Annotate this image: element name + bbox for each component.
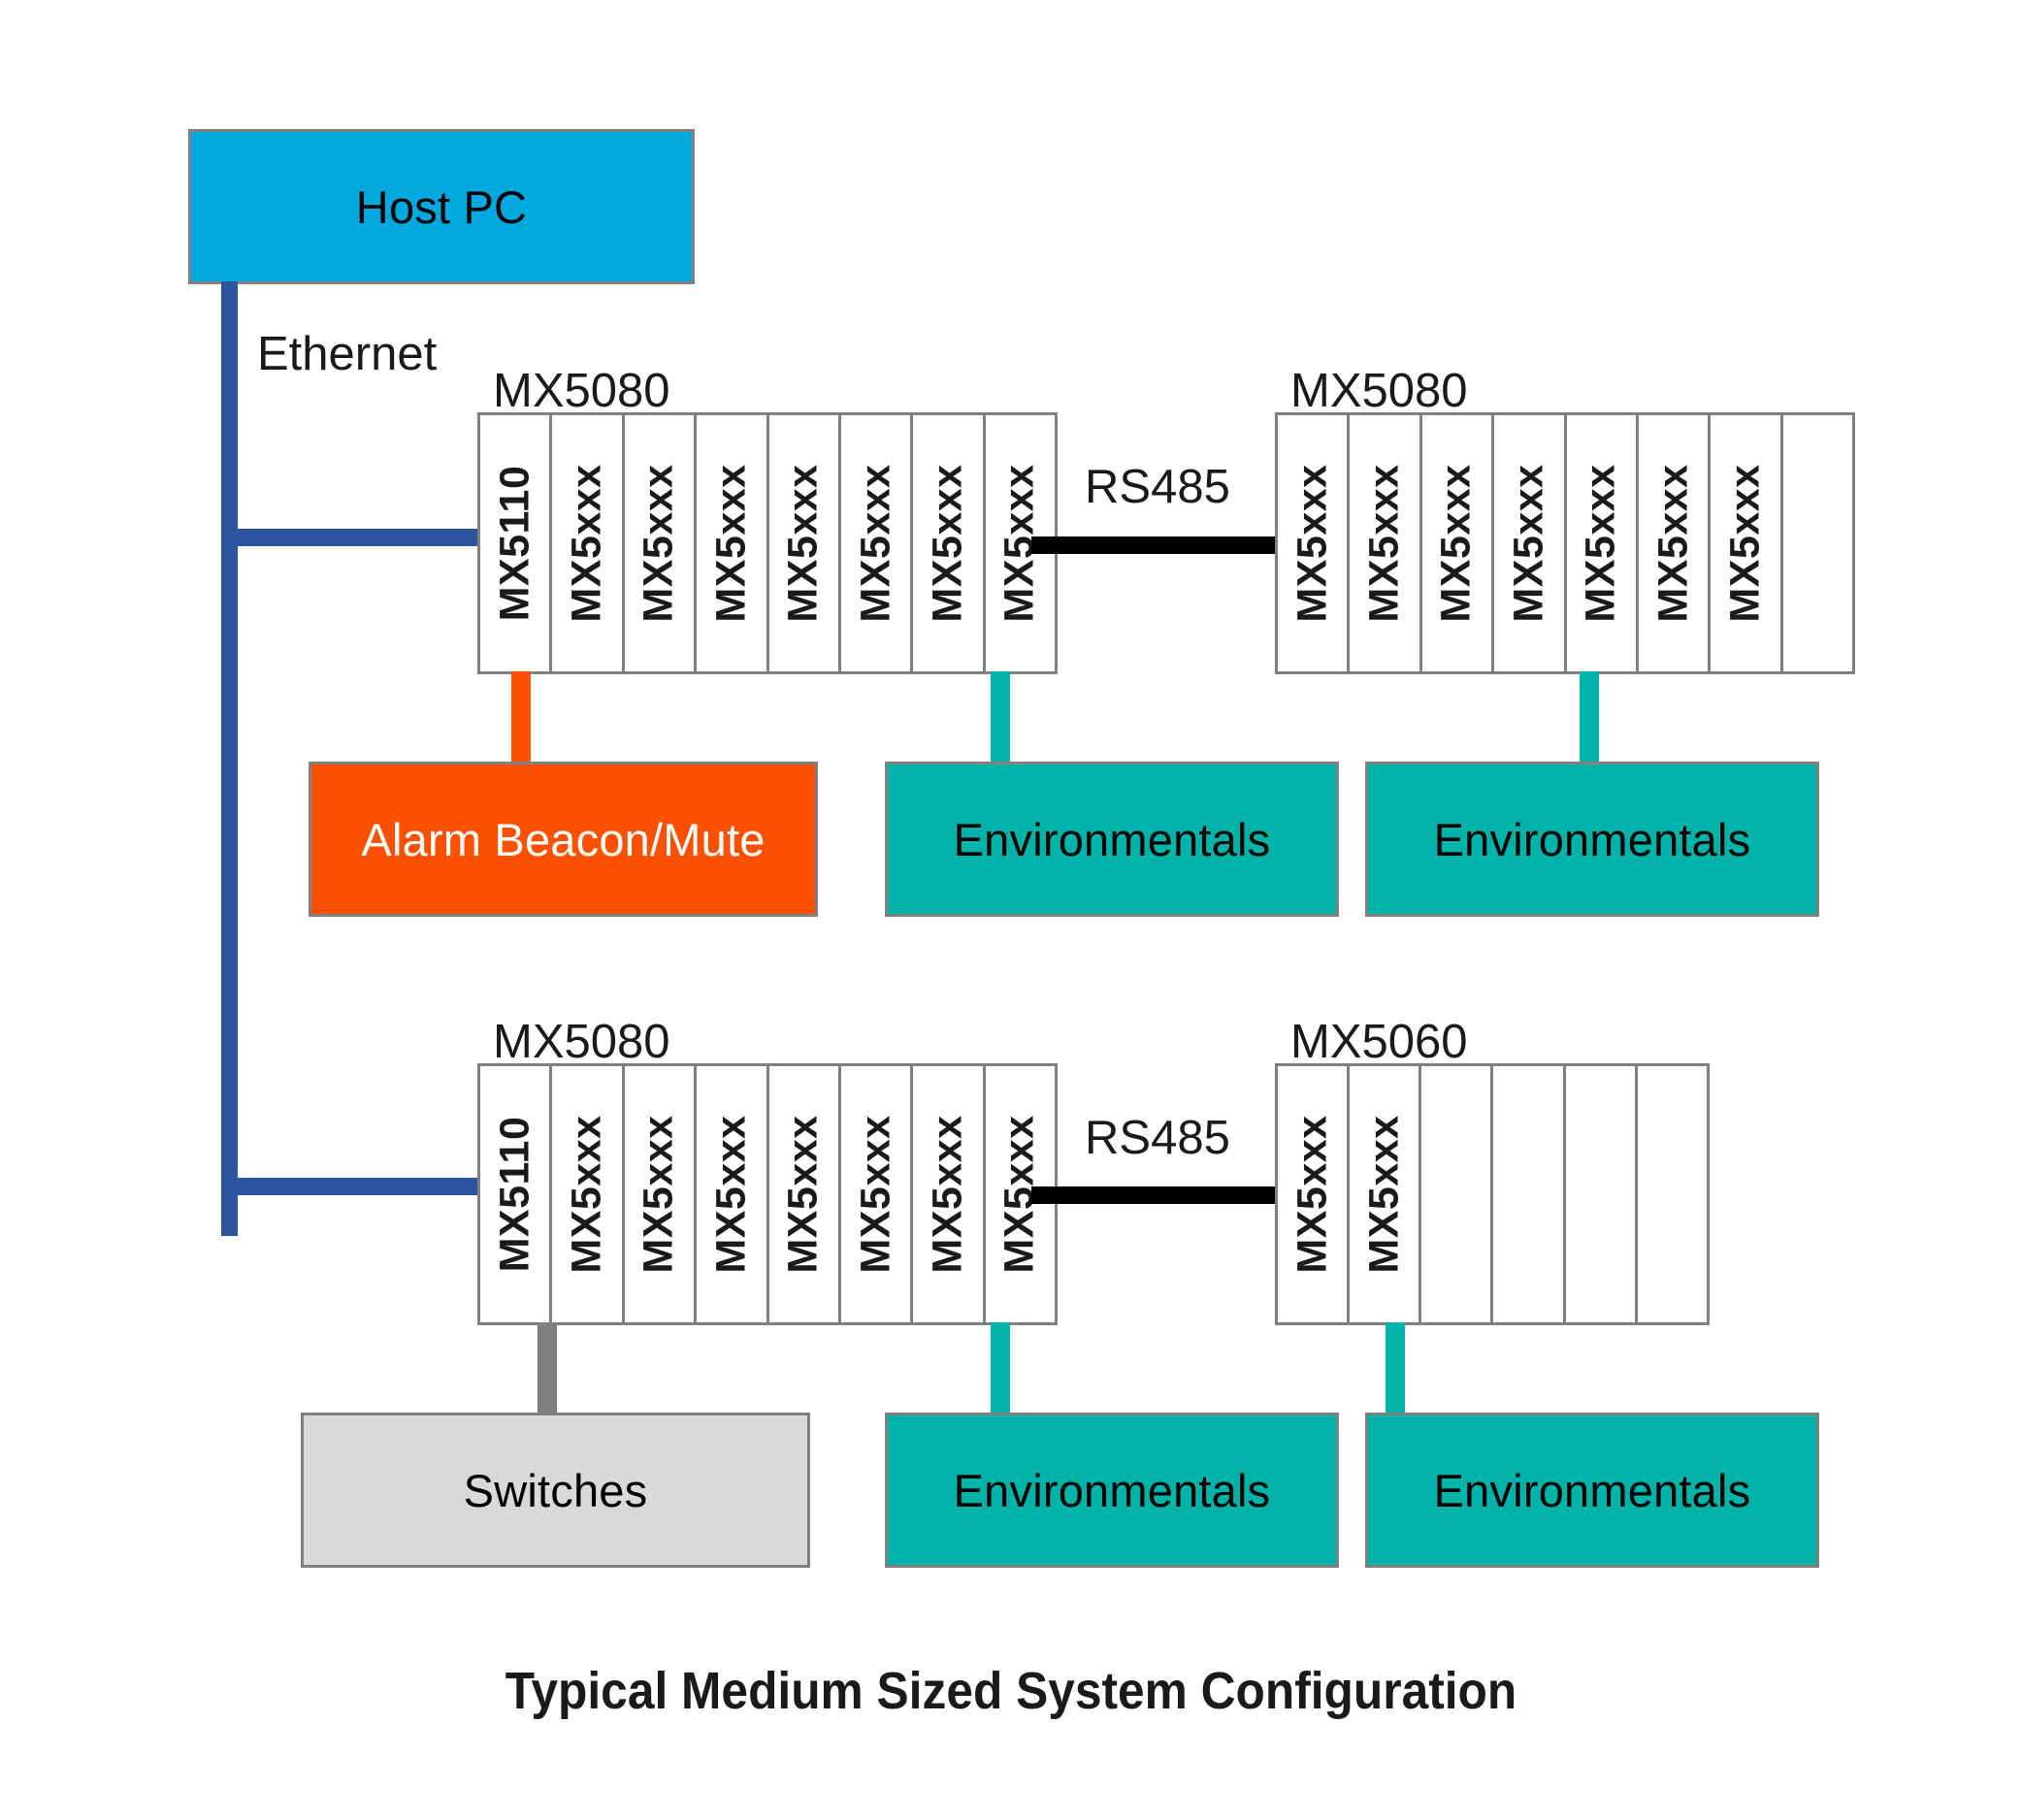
chassis-slot-label: MX5xxx [1721, 464, 1769, 623]
rs485-line-bottom [1031, 1186, 1278, 1204]
chassis-slot-label: MX5xxx [779, 1115, 827, 1274]
chassis-slot[interactable]: MX5xxx [1419, 412, 1495, 674]
chassis-slot[interactable]: MX5xxx [1275, 412, 1351, 674]
environmentals-box-top-right: Environmentals [1365, 762, 1819, 917]
chassis-slot-label: MX5xxx [1288, 1115, 1336, 1274]
chassis-slot-label: MX5xxx [1649, 464, 1697, 623]
rs485-line-top [1031, 536, 1278, 554]
switches-label: Switches [463, 1464, 648, 1516]
chassis-slot-label: MX5xxx [563, 1115, 610, 1274]
environmentals-connector-top-right [1580, 671, 1599, 764]
chassis-slot[interactable]: MX5xxx [837, 412, 914, 674]
chassis-bottom-right[interactable]: MX5xxx MX5xxx [1275, 1063, 1710, 1325]
chassis-slot[interactable]: MX5xxx [694, 1063, 769, 1325]
chassis-slot[interactable]: MX5xxx [910, 1063, 986, 1325]
chassis-slot[interactable]: MX5xxx [694, 412, 769, 674]
chassis-slot-label: MX5xxx [1360, 1115, 1408, 1274]
environmentals-box-bottom-left: Environmentals [885, 1413, 1339, 1568]
chassis-slot[interactable]: MX5xxx [1347, 1063, 1422, 1325]
chassis-slot-label: MX5xxx [1288, 464, 1336, 623]
chassis-slot-label: MX5110 [491, 1116, 538, 1273]
chassis-slot-label: MX5xxx [852, 464, 899, 623]
chassis-slot[interactable]: MX5xxx [1563, 412, 1639, 674]
environmentals-box-bottom-right: Environmentals [1365, 1413, 1819, 1568]
host-pc-label: Host PC [355, 180, 528, 233]
switches-connector [538, 1322, 557, 1414]
chassis-slot-label: MX5xxx [635, 1115, 682, 1274]
chassis-top-left[interactable]: MX5110 MX5xxx MX5xxx MX5xxx MX5xxx MX5xxx MX5x… [477, 412, 1058, 674]
alarm-beacon-label: Alarm Beacon/Mute [361, 813, 766, 865]
chassis-slot-empty[interactable] [1634, 1063, 1710, 1325]
diagram-canvas: Host PC Ethernet MX5080 MX5110 MX5xxx MX5x… [0, 0, 2022, 1820]
environmentals-connector-bottom-right [1386, 1322, 1405, 1414]
chassis-slot-label: MX5xxx [1505, 464, 1552, 623]
alarm-connector [511, 671, 531, 764]
chassis-slot[interactable]: MX5xxx [549, 1063, 625, 1325]
chassis-slot[interactable]: MX5xxx [1708, 412, 1783, 674]
environmentals-label: Environmentals [1433, 1464, 1751, 1516]
chassis-caption-bottom-left: MX5080 [493, 1016, 670, 1068]
environmentals-box-top-left: Environmentals [885, 762, 1339, 917]
chassis-caption-bottom-right: MX5060 [1290, 1016, 1468, 1068]
chassis-slot[interactable]: MX5110 [477, 1063, 553, 1325]
rs485-label-top: RS485 [1085, 461, 1230, 513]
chassis-bottom-left[interactable]: MX5110 MX5xxx MX5xxx MX5xxx MX5xxx MX5xxx MX5x… [477, 1063, 1058, 1325]
ethernet-branch-bottom [221, 1178, 479, 1195]
ethernet-label: Ethernet [257, 328, 438, 380]
chassis-slot[interactable]: MX5xxx [766, 412, 841, 674]
environmentals-label: Environmentals [1433, 813, 1751, 865]
chassis-slot-label: MX5xxx [779, 464, 827, 623]
switches-box: Switches [301, 1413, 810, 1568]
chassis-slot[interactable]: MX5xxx [766, 1063, 841, 1325]
chassis-slot-empty[interactable] [1490, 1063, 1566, 1325]
environmentals-label: Environmentals [953, 813, 1271, 865]
chassis-slot[interactable]: MX5xxx [621, 412, 698, 674]
chassis-slot-label: MX5xxx [707, 464, 755, 623]
host-pc-box: Host PC [188, 129, 695, 284]
chassis-slot-label: MX5xxx [1360, 464, 1408, 623]
chassis-slot-label: MX5xxx [707, 1115, 755, 1274]
chassis-slot[interactable]: MX5xxx [1347, 412, 1422, 674]
chassis-slot-label: MX5xxx [852, 1115, 899, 1274]
ethernet-branch-top [221, 529, 479, 546]
chassis-slot[interactable]: MX5xxx [837, 1063, 914, 1325]
chassis-slot[interactable]: MX5xxx [910, 412, 986, 674]
chassis-slot[interactable]: MX5110 [477, 412, 553, 674]
environmentals-connector-bottom-left [991, 1322, 1010, 1414]
chassis-caption-top-left: MX5080 [493, 365, 670, 417]
chassis-slot[interactable]: MX5xxx [621, 1063, 698, 1325]
chassis-slot[interactable]: MX5xxx [1635, 412, 1712, 674]
chassis-slot-label: MX5xxx [1577, 464, 1624, 623]
chassis-slot-empty[interactable] [1562, 1063, 1638, 1325]
chassis-slot-label: MX5xxx [924, 464, 971, 623]
chassis-slot-label: MX5xxx [635, 464, 682, 623]
alarm-beacon-box: Alarm Beacon/Mute [309, 762, 818, 917]
chassis-slot-label: MX5xxx [924, 1115, 971, 1274]
chassis-slot[interactable]: MX5xxx [549, 412, 625, 674]
chassis-slot-label: MX5xxx [563, 464, 610, 623]
diagram-title: Typical Medium Sized System Configuratio… [505, 1662, 1517, 1720]
chassis-slot[interactable]: MX5xxx [1275, 1063, 1351, 1325]
chassis-caption-top-right: MX5080 [1290, 365, 1468, 417]
chassis-top-right[interactable]: MX5xxx MX5xxx MX5xxx MX5xxx MX5xxx MX5xxx MX5x… [1275, 412, 1855, 674]
environmentals-connector-top-left [991, 671, 1010, 764]
chassis-slot-label: MX5xxx [1432, 464, 1480, 623]
chassis-slot-empty[interactable] [1419, 1063, 1494, 1325]
chassis-slot-label: MX5110 [491, 465, 538, 622]
ethernet-trunk-line [221, 281, 238, 1236]
environmentals-label: Environmentals [953, 1464, 1271, 1516]
chassis-slot[interactable]: MX5xxx [1491, 412, 1567, 674]
chassis-slot-empty[interactable] [1779, 412, 1855, 674]
rs485-label-bottom: RS485 [1085, 1112, 1230, 1164]
